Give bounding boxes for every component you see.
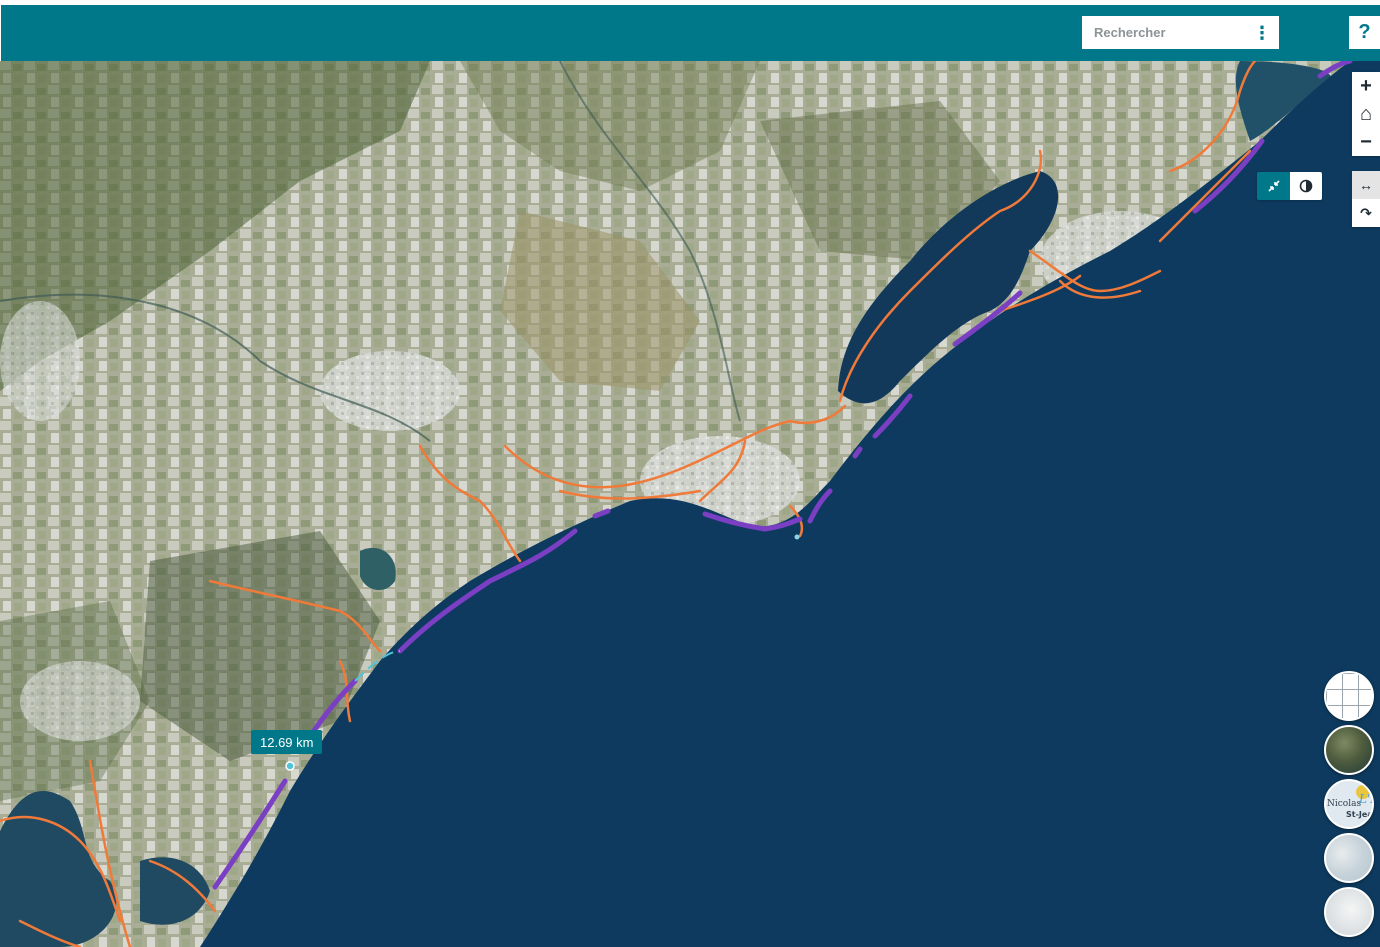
light-basemap-button[interactable] bbox=[1324, 887, 1374, 937]
more-menu-icon[interactable]: ⋮ bbox=[1251, 16, 1273, 49]
help-button[interactable]: ? bbox=[1349, 16, 1380, 49]
distance-label: 12.69 km bbox=[251, 730, 323, 754]
svg-text:St-Jean: St-Jean bbox=[1346, 810, 1372, 819]
map-app: Rechercher ⋮ ? + ⌂ − ↔ ↷ 12.69 km Nicola… bbox=[0, 0, 1380, 947]
grid-basemap-button[interactable] bbox=[1324, 671, 1374, 721]
search-placeholder: Rechercher bbox=[1094, 25, 1166, 40]
map-canvas[interactable] bbox=[0, 61, 1380, 947]
measure-point bbox=[285, 761, 295, 771]
satellite-basemap-button[interactable] bbox=[1324, 725, 1374, 775]
zoom-in-button[interactable]: + bbox=[1352, 72, 1380, 100]
compress-icon[interactable] bbox=[1257, 172, 1290, 200]
zoom-control: + ⌂ − bbox=[1352, 72, 1380, 156]
home-icon[interactable]: ⌂ bbox=[1352, 100, 1380, 128]
contrast-icon[interactable] bbox=[1290, 172, 1322, 200]
zoom-out-button[interactable]: − bbox=[1352, 128, 1380, 156]
measure-distance-icon[interactable]: ↔ bbox=[1352, 171, 1380, 199]
search-input[interactable]: Rechercher ⋮ bbox=[1082, 16, 1279, 49]
layer-toggle bbox=[1257, 172, 1322, 200]
basemap-switcher: Nicolas L'É St-Jean bbox=[1324, 671, 1378, 941]
relief-basemap-button[interactable] bbox=[1324, 833, 1374, 883]
plan-basemap-button[interactable]: Nicolas L'É St-Jean bbox=[1324, 779, 1374, 829]
svg-text:Nicolas: Nicolas bbox=[1327, 799, 1361, 809]
svg-text:L'É: L'É bbox=[1358, 791, 1372, 806]
redo-icon[interactable]: ↷ bbox=[1352, 199, 1380, 227]
tools-control: ↔ ↷ bbox=[1352, 171, 1380, 227]
